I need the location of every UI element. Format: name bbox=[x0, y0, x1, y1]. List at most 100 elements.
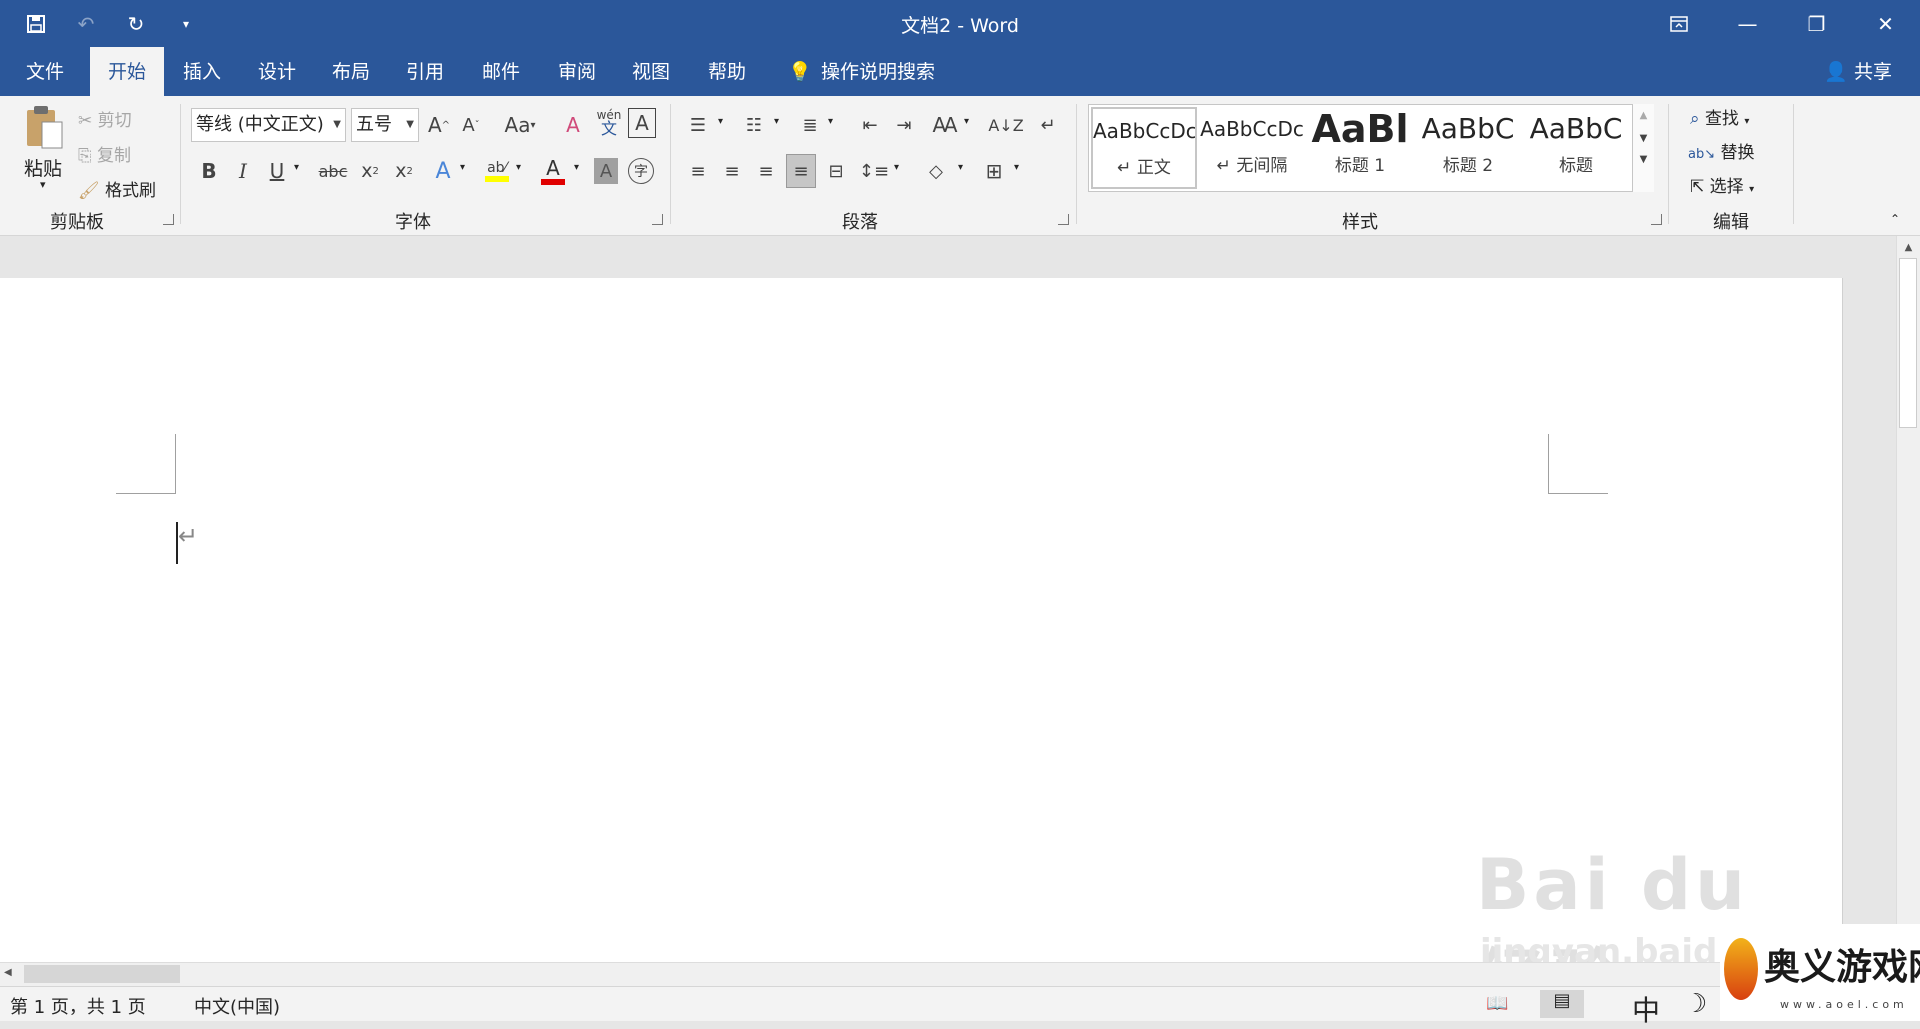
clear-formatting-icon[interactable]: A bbox=[560, 110, 586, 140]
font-color-dropdown-icon[interactable]: ▾ bbox=[574, 162, 579, 173]
moon-icon[interactable]: ☽ bbox=[1684, 989, 1707, 1019]
tab-file[interactable]: 文件 bbox=[0, 47, 90, 96]
justify-icon[interactable]: ≡ bbox=[786, 154, 816, 188]
style-normal[interactable]: AaBbCcDc ↵ 正文 bbox=[1091, 107, 1197, 189]
style-heading-1[interactable]: AaBl 标题 1 bbox=[1307, 107, 1413, 189]
enclose-characters-icon[interactable]: 字 bbox=[628, 158, 654, 184]
italic-icon[interactable]: I bbox=[230, 156, 256, 186]
format-painter-button[interactable]: 🖌 格式刷 bbox=[78, 176, 156, 201]
shading-icon[interactable]: ◇ bbox=[922, 156, 950, 186]
increase-indent-icon[interactable]: ⇥ bbox=[890, 110, 918, 140]
line-spacing-icon[interactable]: ↕≡ bbox=[859, 156, 889, 186]
show-hide-marks-icon[interactable]: ↵ bbox=[1034, 110, 1062, 140]
bullets-dropdown-icon[interactable]: ▾ bbox=[718, 116, 723, 127]
language-indicator[interactable]: 中文(中国) bbox=[194, 993, 280, 1019]
vertical-scrollbar[interactable]: ▲ bbox=[1896, 236, 1920, 962]
subscript-icon[interactable]: x2 bbox=[356, 156, 384, 186]
font-size-value: 五号 bbox=[356, 114, 392, 135]
copy-button[interactable]: ⎘ 复制 bbox=[78, 141, 131, 166]
font-name-select[interactable]: 等线 (中文正文) ▼ bbox=[191, 108, 346, 142]
sort-icon[interactable]: A↓Z bbox=[988, 110, 1023, 140]
read-mode-icon[interactable]: 📖 bbox=[1486, 993, 1508, 1014]
paragraph-launcher-icon[interactable] bbox=[1058, 214, 1069, 225]
tab-home[interactable]: 开始 bbox=[90, 47, 164, 96]
shading-dropdown-icon[interactable]: ▾ bbox=[958, 162, 963, 173]
paste-dropdown-icon[interactable]: ▾ bbox=[40, 178, 46, 191]
scroll-left-icon[interactable]: ◀ bbox=[4, 967, 12, 978]
tab-insert[interactable]: 插入 bbox=[164, 47, 240, 96]
tab-mailings[interactable]: 邮件 bbox=[462, 47, 540, 96]
tell-me-search[interactable]: 操作说明搜索 bbox=[818, 47, 938, 96]
ribbon-display-options-icon[interactable] bbox=[1644, 0, 1713, 47]
superscript-icon[interactable]: x2 bbox=[390, 156, 418, 186]
chinese-layout-dropdown-icon[interactable]: ▾ bbox=[964, 116, 969, 127]
styles-group-label: 样式 bbox=[1342, 212, 1378, 233]
chevron-down-icon[interactable]: ▼ bbox=[1633, 133, 1654, 144]
styles-launcher-icon[interactable] bbox=[1651, 214, 1662, 225]
tab-help[interactable]: 帮助 bbox=[688, 47, 766, 96]
tab-references[interactable]: 引用 bbox=[388, 47, 462, 96]
scroll-thumb[interactable] bbox=[1899, 258, 1917, 428]
minimize-button[interactable]: — bbox=[1713, 0, 1782, 47]
ime-indicator[interactable]: 中 bbox=[1632, 989, 1660, 1029]
h-scroll-thumb[interactable] bbox=[24, 965, 180, 983]
tab-layout[interactable]: 布局 bbox=[314, 47, 388, 96]
grow-font-icon[interactable]: A ^ bbox=[426, 110, 452, 140]
bullets-icon[interactable]: ☰ bbox=[684, 110, 712, 140]
multilevel-list-icon[interactable]: ≣ bbox=[796, 110, 824, 140]
clipboard-launcher-icon[interactable] bbox=[163, 214, 174, 225]
more-styles-icon[interactable]: ▼ bbox=[1633, 154, 1654, 165]
print-layout-icon[interactable]: ▤ bbox=[1540, 990, 1584, 1018]
replace-button[interactable]: ab↘ 替换 bbox=[1688, 138, 1755, 163]
styles-gallery-scroll[interactable]: ▲ ▼ ▼ bbox=[1632, 104, 1654, 192]
align-right-icon[interactable]: ≡ bbox=[752, 156, 780, 186]
strikethrough-icon[interactable]: abc bbox=[316, 156, 350, 186]
find-button[interactable]: ⌕ 查找 ▾ bbox=[1690, 104, 1749, 129]
cut-button[interactable]: ✂ 剪切 bbox=[78, 106, 132, 131]
line-spacing-dropdown-icon[interactable]: ▾ bbox=[894, 162, 899, 173]
change-case-button[interactable]: Aa ▾ bbox=[498, 110, 542, 140]
tab-view[interactable]: 视图 bbox=[614, 47, 688, 96]
collapse-ribbon-icon[interactable]: ⌃ bbox=[1890, 212, 1900, 226]
font-size-select[interactable]: 五号 ▼ bbox=[351, 108, 419, 142]
document-page[interactable]: ↵ Bai du 经验 jingyan.baidu.com bbox=[0, 278, 1843, 1023]
distributed-icon[interactable]: ⊟ bbox=[822, 156, 850, 186]
underline-icon[interactable]: U bbox=[264, 156, 290, 186]
chinese-layout-icon[interactable]: Ꜳ bbox=[930, 110, 960, 140]
chevron-up-icon[interactable]: ▲ bbox=[1633, 110, 1654, 121]
select-button[interactable]: ⇱ 选择 ▾ bbox=[1690, 172, 1754, 197]
character-shading-icon[interactable]: A bbox=[594, 158, 618, 184]
numbering-dropdown-icon[interactable]: ▾ bbox=[774, 116, 779, 127]
highlight-dropdown-icon[interactable]: ▾ bbox=[516, 162, 521, 173]
paste-icon[interactable] bbox=[22, 104, 68, 152]
share-button[interactable]: 👤 共享 bbox=[1824, 47, 1892, 96]
style-no-spacing[interactable]: AaBbCcDc ↵ 无间隔 bbox=[1199, 107, 1305, 189]
phonetic-guide-icon[interactable]: wén 文 bbox=[594, 104, 624, 140]
text-effects-dropdown-icon[interactable]: ▾ bbox=[460, 162, 465, 173]
borders-icon[interactable]: ⊞ bbox=[980, 156, 1008, 186]
horizontal-scrollbar[interactable]: ◀ bbox=[0, 962, 1920, 986]
scroll-up-icon[interactable]: ▲ bbox=[1897, 242, 1920, 253]
text-effects-icon[interactable]: A bbox=[430, 156, 456, 186]
align-left-icon[interactable]: ≡ bbox=[684, 156, 712, 186]
underline-dropdown-icon[interactable]: ▾ bbox=[294, 162, 299, 173]
tab-design[interactable]: 设计 bbox=[240, 47, 314, 96]
tab-review[interactable]: 审阅 bbox=[540, 47, 614, 96]
style-title[interactable]: AaBbC 标题 bbox=[1523, 107, 1629, 189]
bold-icon[interactable]: B bbox=[196, 156, 222, 186]
close-button[interactable]: ✕ bbox=[1851, 0, 1920, 47]
style-heading-2[interactable]: AaBbC 标题 2 bbox=[1415, 107, 1521, 189]
page-count[interactable]: 第 1 页，共 1 页 bbox=[10, 993, 146, 1019]
font-launcher-icon[interactable] bbox=[652, 214, 663, 225]
paste-label[interactable]: 粘贴 bbox=[24, 154, 62, 181]
restore-button[interactable]: ❐ bbox=[1782, 0, 1851, 47]
font-color-icon[interactable]: A bbox=[538, 154, 568, 188]
numbering-icon[interactable]: ☷ bbox=[740, 110, 768, 140]
align-center-icon[interactable]: ≡ bbox=[718, 156, 746, 186]
shrink-font-icon[interactable]: Aˇ bbox=[458, 110, 484, 140]
highlight-icon[interactable]: ab⁄ bbox=[482, 154, 512, 188]
character-border-icon[interactable]: A bbox=[628, 108, 656, 138]
borders-dropdown-icon[interactable]: ▾ bbox=[1014, 162, 1019, 173]
multilevel-dropdown-icon[interactable]: ▾ bbox=[828, 116, 833, 127]
decrease-indent-icon[interactable]: ⇤ bbox=[856, 110, 884, 140]
